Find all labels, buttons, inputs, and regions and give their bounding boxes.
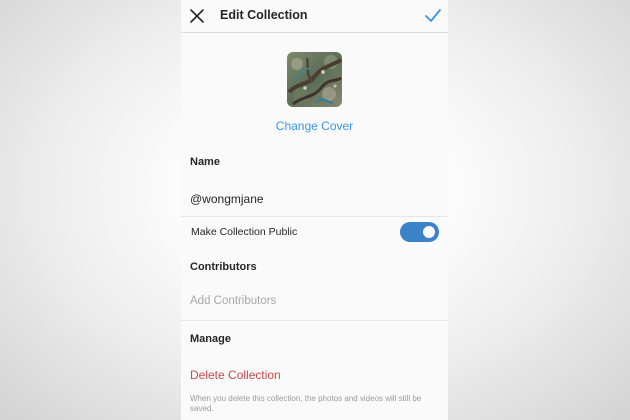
page-title: Edit Collection: [220, 8, 308, 22]
collection-name-field[interactable]: @wongmjane: [190, 192, 264, 206]
done-button[interactable]: [424, 8, 442, 24]
close-button[interactable]: [188, 7, 206, 25]
close-icon: [190, 9, 204, 23]
toggle-knob: [423, 226, 435, 238]
manage-section-label: Manage: [190, 333, 231, 345]
cover-thumbnail[interactable]: [287, 52, 342, 107]
edit-collection-screen: Edit Collection Change Cover Name @wongm…: [181, 0, 448, 420]
delete-collection-button[interactable]: Delete Collection: [190, 368, 281, 382]
change-cover-link[interactable]: Change Cover: [181, 119, 448, 133]
add-contributors-field[interactable]: Add Contributors: [190, 295, 276, 307]
contributors-section-label: Contributors: [190, 261, 257, 273]
checkmark-icon: [425, 9, 441, 22]
divider: [181, 216, 448, 217]
public-toggle-label: Make Collection Public: [191, 226, 298, 238]
make-public-toggle[interactable]: [400, 222, 439, 242]
divider: [181, 320, 448, 321]
name-section-label: Name: [190, 156, 220, 168]
top-bar: Edit Collection: [181, 0, 448, 33]
cover-image: [287, 52, 342, 107]
delete-info-text: When you delete this collection, the pho…: [190, 394, 422, 413]
